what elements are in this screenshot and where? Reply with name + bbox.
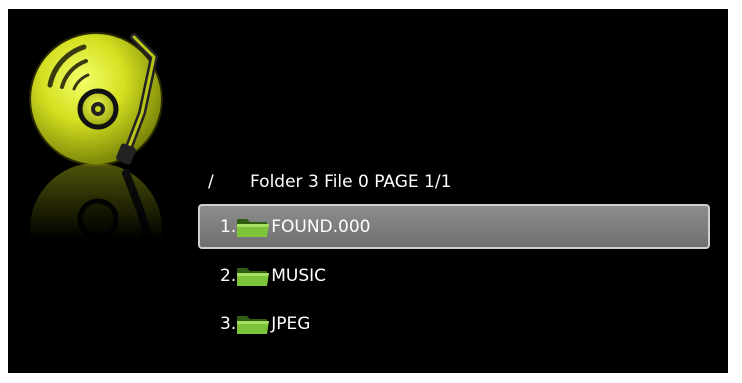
folder-icon (237, 218, 270, 237)
music-disc-icon (29, 32, 163, 166)
file-list-item-found[interactable]: 1. FOUND.000 (198, 204, 710, 249)
folder-icon (237, 316, 270, 334)
file-list-item-music[interactable]: 2. MUSIC (198, 252, 710, 300)
item-name: FOUND.000 (271, 216, 371, 237)
path-bar: / Folder 3 File 0 PAGE 1/1 (208, 171, 451, 193)
item-name: JPEG (271, 314, 311, 334)
folder-icon (237, 268, 270, 286)
music-disc-reflection (30, 163, 162, 295)
file-list-item-jpeg[interactable]: 3. JPEG (198, 300, 710, 348)
folder-summary: Folder 3 File 0 PAGE 1/1 (250, 172, 452, 192)
current-path: / (208, 172, 214, 192)
item-index: 3. (220, 314, 237, 334)
media-browser-screen: / Folder 3 File 0 PAGE 1/1 1. FOUND.000 … (8, 9, 728, 373)
item-index: 2. (220, 266, 237, 286)
file-list: 1. FOUND.000 2. MUSIC 3. JPEG (198, 204, 710, 348)
item-name: MUSIC (271, 266, 327, 286)
item-index: 1. (220, 216, 237, 237)
